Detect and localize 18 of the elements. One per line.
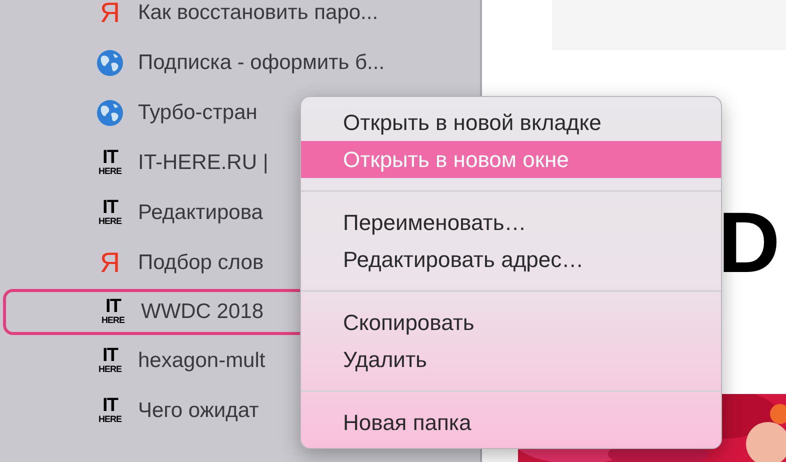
bookmark-item[interactable]: Я Как восстановить паро... xyxy=(0,0,480,38)
globe-icon xyxy=(96,49,124,77)
site-logo-icon: IT HERE xyxy=(99,299,127,325)
menu-item[interactable]: Открыть в новой вкладке xyxy=(301,104,721,141)
site-logo-icon: IT HERE xyxy=(96,150,124,176)
menu-item[interactable]: Скопировать xyxy=(301,304,721,341)
menu-item[interactable]: Переименовать… xyxy=(301,204,721,241)
site-logo-icon: IT HERE xyxy=(96,348,124,374)
site-logo-icon: IT HERE xyxy=(96,398,124,424)
yandex-icon: Я xyxy=(96,0,124,27)
page-heading: D xyxy=(718,200,780,286)
menu-item[interactable]: Удалить xyxy=(301,341,721,378)
site-logo-icon: IT HERE xyxy=(96,200,124,226)
menu-item[interactable]: Новая папка xyxy=(301,404,721,441)
yandex-icon: Я xyxy=(96,249,124,277)
globe-icon xyxy=(96,99,124,127)
bookmark-item[interactable]: Подписка - оформить б... xyxy=(0,38,480,88)
menu-item[interactable]: Редактировать адрес… xyxy=(301,241,721,278)
